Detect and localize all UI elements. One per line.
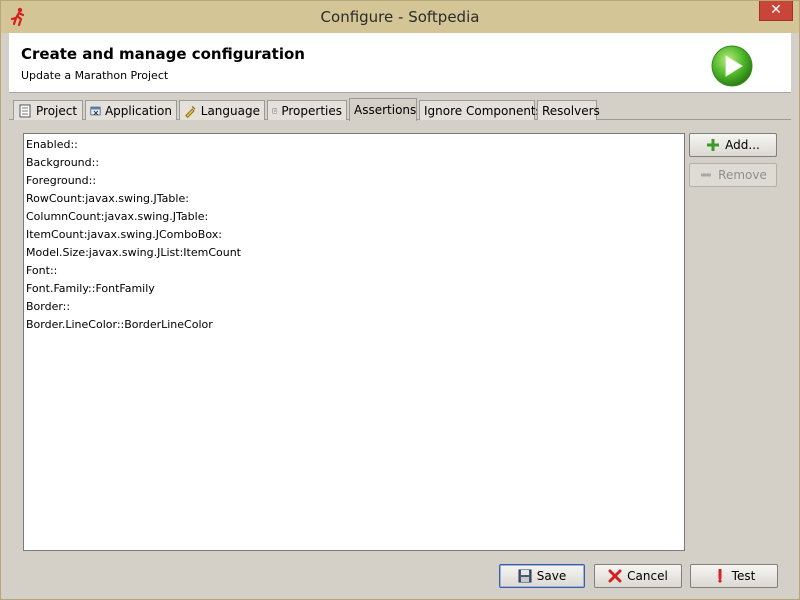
- list-item[interactable]: Font.Family::FontFamily: [26, 280, 682, 298]
- header-subtitle: Update a Marathon Project: [21, 69, 169, 82]
- remove-button-label: Remove: [718, 168, 767, 182]
- floppy-disk-icon: [518, 569, 532, 583]
- application-icon: [90, 106, 101, 115]
- cancel-button[interactable]: Cancel: [594, 564, 682, 588]
- exclamation-icon: [718, 569, 722, 583]
- tab-resolvers[interactable]: Resolvers: [537, 100, 600, 120]
- list-item[interactable]: ItemCount:javax.swing.JComboBox:: [26, 226, 682, 244]
- tab-application[interactable]: Application: [85, 100, 177, 120]
- list-item[interactable]: Enabled::: [26, 136, 682, 154]
- tab-assertions[interactable]: Assertions: [349, 98, 417, 121]
- tab-language[interactable]: Language: [179, 100, 265, 120]
- add-button[interactable]: Add...: [689, 133, 777, 157]
- list-item[interactable]: Background::: [26, 154, 682, 172]
- list-item[interactable]: Font::: [26, 262, 682, 280]
- tab-ignore-components[interactable]: Ignore Components: [419, 100, 542, 120]
- save-button[interactable]: Save: [499, 564, 585, 588]
- add-button-label: Add...: [725, 138, 760, 152]
- list-item[interactable]: Border.LineColor::BorderLineColor: [26, 316, 682, 334]
- header-title: Create and manage configuration: [21, 45, 305, 63]
- red-x-icon: [608, 569, 622, 583]
- cancel-button-label: Cancel: [627, 569, 668, 583]
- remove-button[interactable]: Remove: [689, 163, 777, 187]
- minus-icon: [701, 173, 712, 177]
- list-item[interactable]: Model.Size:javax.swing.JList:ItemCount: [26, 244, 682, 262]
- window-title: Configure - Softpedia: [320, 8, 480, 26]
- header-panel: Create and manage configuration Update a…: [9, 33, 791, 93]
- close-icon: ✕: [770, 2, 782, 18]
- save-button-label: Save: [536, 569, 567, 583]
- tab-label: Resolvers: [542, 103, 600, 118]
- green-play-icon: [711, 45, 753, 87]
- assertions-list[interactable]: Enabled:: Background:: Foreground:: RowC…: [23, 133, 685, 551]
- tab-label: Properties: [281, 103, 342, 118]
- configure-window: Configure - Softpedia ✕ Create and manag…: [0, 0, 800, 600]
- tab-label: Assertions: [354, 103, 417, 117]
- tab-project[interactable]: Project: [13, 100, 83, 120]
- properties-icon: [272, 108, 277, 113]
- tab-label: Ignore Components: [424, 103, 542, 118]
- list-item[interactable]: Foreground::: [26, 172, 682, 190]
- test-button-label: Test: [731, 569, 756, 583]
- language-icon: [185, 105, 196, 118]
- test-button[interactable]: Test: [690, 564, 778, 588]
- title-bar[interactable]: Configure - Softpedia ✕: [1, 1, 799, 33]
- tab-label: Language: [200, 103, 260, 118]
- close-button[interactable]: ✕: [759, 1, 793, 21]
- tab-label: Project: [36, 103, 78, 118]
- plus-icon: [707, 139, 720, 151]
- list-item[interactable]: Border::: [26, 298, 682, 316]
- list-item[interactable]: RowCount:javax.swing.JTable:: [26, 190, 682, 208]
- tab-bar: Project Application Language Properties …: [9, 98, 791, 121]
- tab-properties[interactable]: Properties: [267, 100, 347, 120]
- project-icon: [19, 104, 31, 117]
- list-item[interactable]: ColumnCount:javax.swing.JTable:: [26, 208, 682, 226]
- tab-label: Application: [104, 103, 172, 118]
